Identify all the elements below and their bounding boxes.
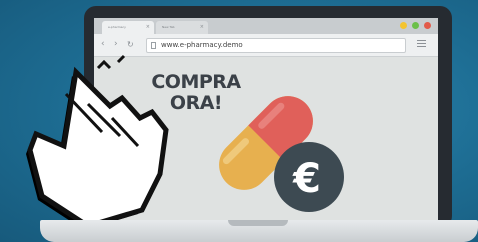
illustration-layer: €	[26, 54, 344, 230]
euro-coin-icon: €	[274, 142, 344, 212]
currency-symbol: €	[292, 156, 321, 202]
laptop-notch	[228, 220, 288, 226]
hand-cursor-icon	[26, 54, 169, 230]
